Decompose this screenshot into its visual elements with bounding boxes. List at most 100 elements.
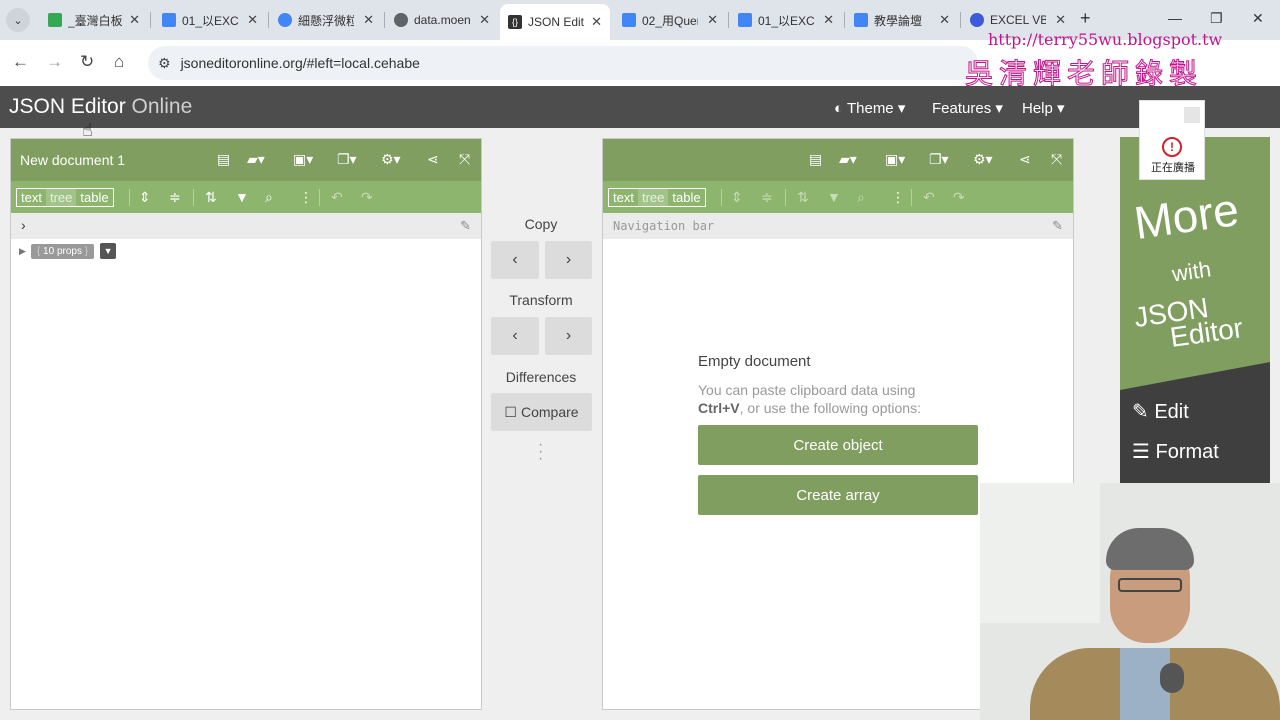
root-object-badge[interactable]: { 10 props } bbox=[30, 243, 95, 259]
back-icon[interactable]: ← bbox=[12, 52, 29, 72]
help-menu[interactable]: Help ▾ bbox=[1022, 99, 1065, 117]
contrast-icon: ◐ bbox=[834, 100, 844, 117]
close-icon[interactable]: ✕ bbox=[591, 14, 602, 30]
address-bar[interactable]: ⚙ jsoneditoronline.org/#left=local.cehab… bbox=[148, 46, 978, 80]
pencil-icon: ✎ bbox=[1132, 401, 1149, 423]
fullscreen-icon[interactable]: ⤧ bbox=[1051, 151, 1062, 168]
create-object-button[interactable]: Create object bbox=[698, 425, 978, 465]
forward-icon[interactable]: → bbox=[46, 52, 63, 72]
app-header: JSON Editor Online ◐ Theme ▾ Features ▾ … bbox=[0, 86, 1280, 128]
browser-tab[interactable]: 02_用Quer ✕ bbox=[614, 6, 726, 34]
gear-icon[interactable]: ⚙▾ bbox=[381, 151, 401, 168]
chevron-right-icon[interactable]: › bbox=[21, 217, 26, 233]
close-icon[interactable]: ✕ bbox=[479, 12, 490, 28]
app-logo[interactable]: JSON Editor Online bbox=[9, 95, 192, 119]
webcam-overlay bbox=[980, 483, 1280, 720]
undo-icon[interactable]: ↶ bbox=[923, 189, 935, 206]
docs-icon bbox=[162, 13, 176, 27]
close-icon[interactable]: ✕ bbox=[707, 12, 718, 28]
open-icon[interactable]: ▰▾ bbox=[247, 151, 265, 168]
copy-to-left-button[interactable]: ‹ bbox=[491, 241, 539, 279]
expand-all-icon[interactable]: ⇕ bbox=[139, 189, 151, 206]
more-icon[interactable]: ⋮ bbox=[891, 189, 905, 206]
mode-tree[interactable]: tree bbox=[45, 189, 77, 206]
more-icon[interactable]: ⋮ bbox=[299, 189, 313, 206]
window-close-icon[interactable]: ✕ bbox=[1252, 10, 1264, 27]
collapse-all-icon[interactable]: ≑ bbox=[761, 189, 773, 206]
new-tab-button[interactable]: + bbox=[1080, 8, 1091, 29]
save-icon[interactable]: ▣▾ bbox=[293, 151, 313, 168]
recording-badge: ! 正在廣播 bbox=[1139, 100, 1205, 180]
home-icon[interactable]: ⌂ bbox=[114, 52, 124, 72]
filter-icon[interactable]: ▼ bbox=[827, 189, 841, 205]
browser-tab-active[interactable]: {} JSON Editor ✕ bbox=[500, 4, 610, 40]
edit-path-icon[interactable]: ✎ bbox=[1052, 218, 1063, 234]
restore-icon[interactable]: ❐ bbox=[1210, 10, 1223, 27]
browser-tab[interactable]: 01_以EXCEL ✕ bbox=[154, 6, 266, 34]
share-icon[interactable]: ⋖ bbox=[1019, 151, 1031, 168]
search-icon[interactable]: ⌕ bbox=[265, 189, 273, 206]
close-icon[interactable] bbox=[1184, 107, 1200, 123]
browser-tab[interactable]: 教學論壇 ✕ bbox=[846, 6, 958, 34]
mode-text[interactable]: text bbox=[17, 189, 46, 206]
save-icon[interactable]: ▣▾ bbox=[885, 151, 905, 168]
transform-label: Transform bbox=[509, 292, 573, 308]
reload-icon[interactable]: ↻ bbox=[80, 52, 94, 72]
navigation-bar: › ✎ bbox=[11, 213, 481, 239]
gear-icon[interactable]: ⚙▾ bbox=[973, 151, 993, 168]
features-menu[interactable]: Features ▾ bbox=[932, 99, 1003, 117]
filter-icon[interactable]: ▼ bbox=[235, 189, 249, 205]
expand-all-icon[interactable]: ⇕ bbox=[731, 189, 743, 206]
ad-banner[interactable]: More with JSON Editor ✎ Edit ☰ Format bbox=[1120, 137, 1270, 487]
sort-icon[interactable]: ⇅ bbox=[797, 189, 809, 206]
theme-menu[interactable]: ◐ Theme ▾ bbox=[834, 99, 905, 117]
browser-tab[interactable]: data.moenv ✕ bbox=[386, 6, 498, 34]
minimize-icon[interactable]: — bbox=[1168, 10, 1182, 26]
redo-icon[interactable]: ↷ bbox=[361, 189, 373, 206]
copy-icon[interactable]: ❐▾ bbox=[337, 151, 357, 168]
undo-icon[interactable]: ↶ bbox=[331, 189, 343, 206]
expand-arrow-icon[interactable]: ▶ bbox=[19, 246, 26, 257]
mode-table[interactable]: table bbox=[668, 189, 704, 206]
close-icon[interactable]: ✕ bbox=[129, 12, 140, 28]
site-settings-icon[interactable]: ⚙ bbox=[158, 55, 171, 72]
open-icon[interactable]: ▰▾ bbox=[839, 151, 857, 168]
browser-tab[interactable]: 01_以EXCEL ✕ bbox=[730, 6, 842, 34]
create-array-button[interactable]: Create array bbox=[698, 475, 978, 515]
document-title[interactable]: New document 1 bbox=[20, 152, 125, 168]
tab-search-icon[interactable]: ⌄ bbox=[6, 8, 30, 32]
search-icon[interactable]: ⌕ bbox=[857, 189, 865, 206]
browser-tab[interactable]: 細懸浮微粒 ✕ bbox=[270, 6, 382, 34]
new-document-icon[interactable]: ▤ bbox=[809, 151, 822, 168]
differences-label: Differences bbox=[505, 369, 577, 385]
browser-tab[interactable]: _臺灣白板 ✕ bbox=[40, 6, 148, 34]
app-icon bbox=[278, 13, 292, 27]
edit-path-icon[interactable]: ✎ bbox=[460, 218, 471, 234]
close-icon[interactable]: ✕ bbox=[363, 12, 374, 28]
mode-table[interactable]: table bbox=[76, 189, 112, 206]
close-icon[interactable]: ✕ bbox=[1055, 12, 1066, 28]
share-icon[interactable]: ⋖ bbox=[427, 151, 439, 168]
context-menu-button[interactable]: ▼ bbox=[100, 243, 117, 259]
globe-icon bbox=[394, 13, 408, 27]
sort-icon[interactable]: ⇅ bbox=[205, 189, 217, 206]
copy-to-right-button[interactable]: › bbox=[545, 241, 592, 279]
transform-to-right-button[interactable]: › bbox=[545, 317, 592, 355]
mode-text[interactable]: text bbox=[609, 189, 638, 206]
new-document-icon[interactable]: ▤ bbox=[217, 151, 230, 168]
drag-handle-icon[interactable]: · · · bbox=[538, 437, 543, 467]
compare-button[interactable]: ☐ Compare bbox=[491, 393, 592, 431]
transform-to-left-button[interactable]: ‹ bbox=[491, 317, 539, 355]
redo-icon[interactable]: ↷ bbox=[953, 189, 965, 206]
alert-icon: ! bbox=[1162, 137, 1182, 157]
ad-feature-format: ☰ Format bbox=[1132, 441, 1219, 463]
collapse-all-icon[interactable]: ≑ bbox=[169, 189, 181, 206]
close-icon[interactable]: ✕ bbox=[939, 12, 950, 28]
docs-icon bbox=[738, 13, 752, 27]
close-icon[interactable]: ✕ bbox=[823, 12, 834, 28]
close-icon[interactable]: ✕ bbox=[247, 12, 258, 28]
copy-icon[interactable]: ❐▾ bbox=[929, 151, 949, 168]
fullscreen-icon[interactable]: ⤧ bbox=[459, 151, 470, 168]
mode-tree[interactable]: tree bbox=[637, 189, 669, 206]
ad-feature-edit: ✎ Edit bbox=[1132, 401, 1189, 423]
